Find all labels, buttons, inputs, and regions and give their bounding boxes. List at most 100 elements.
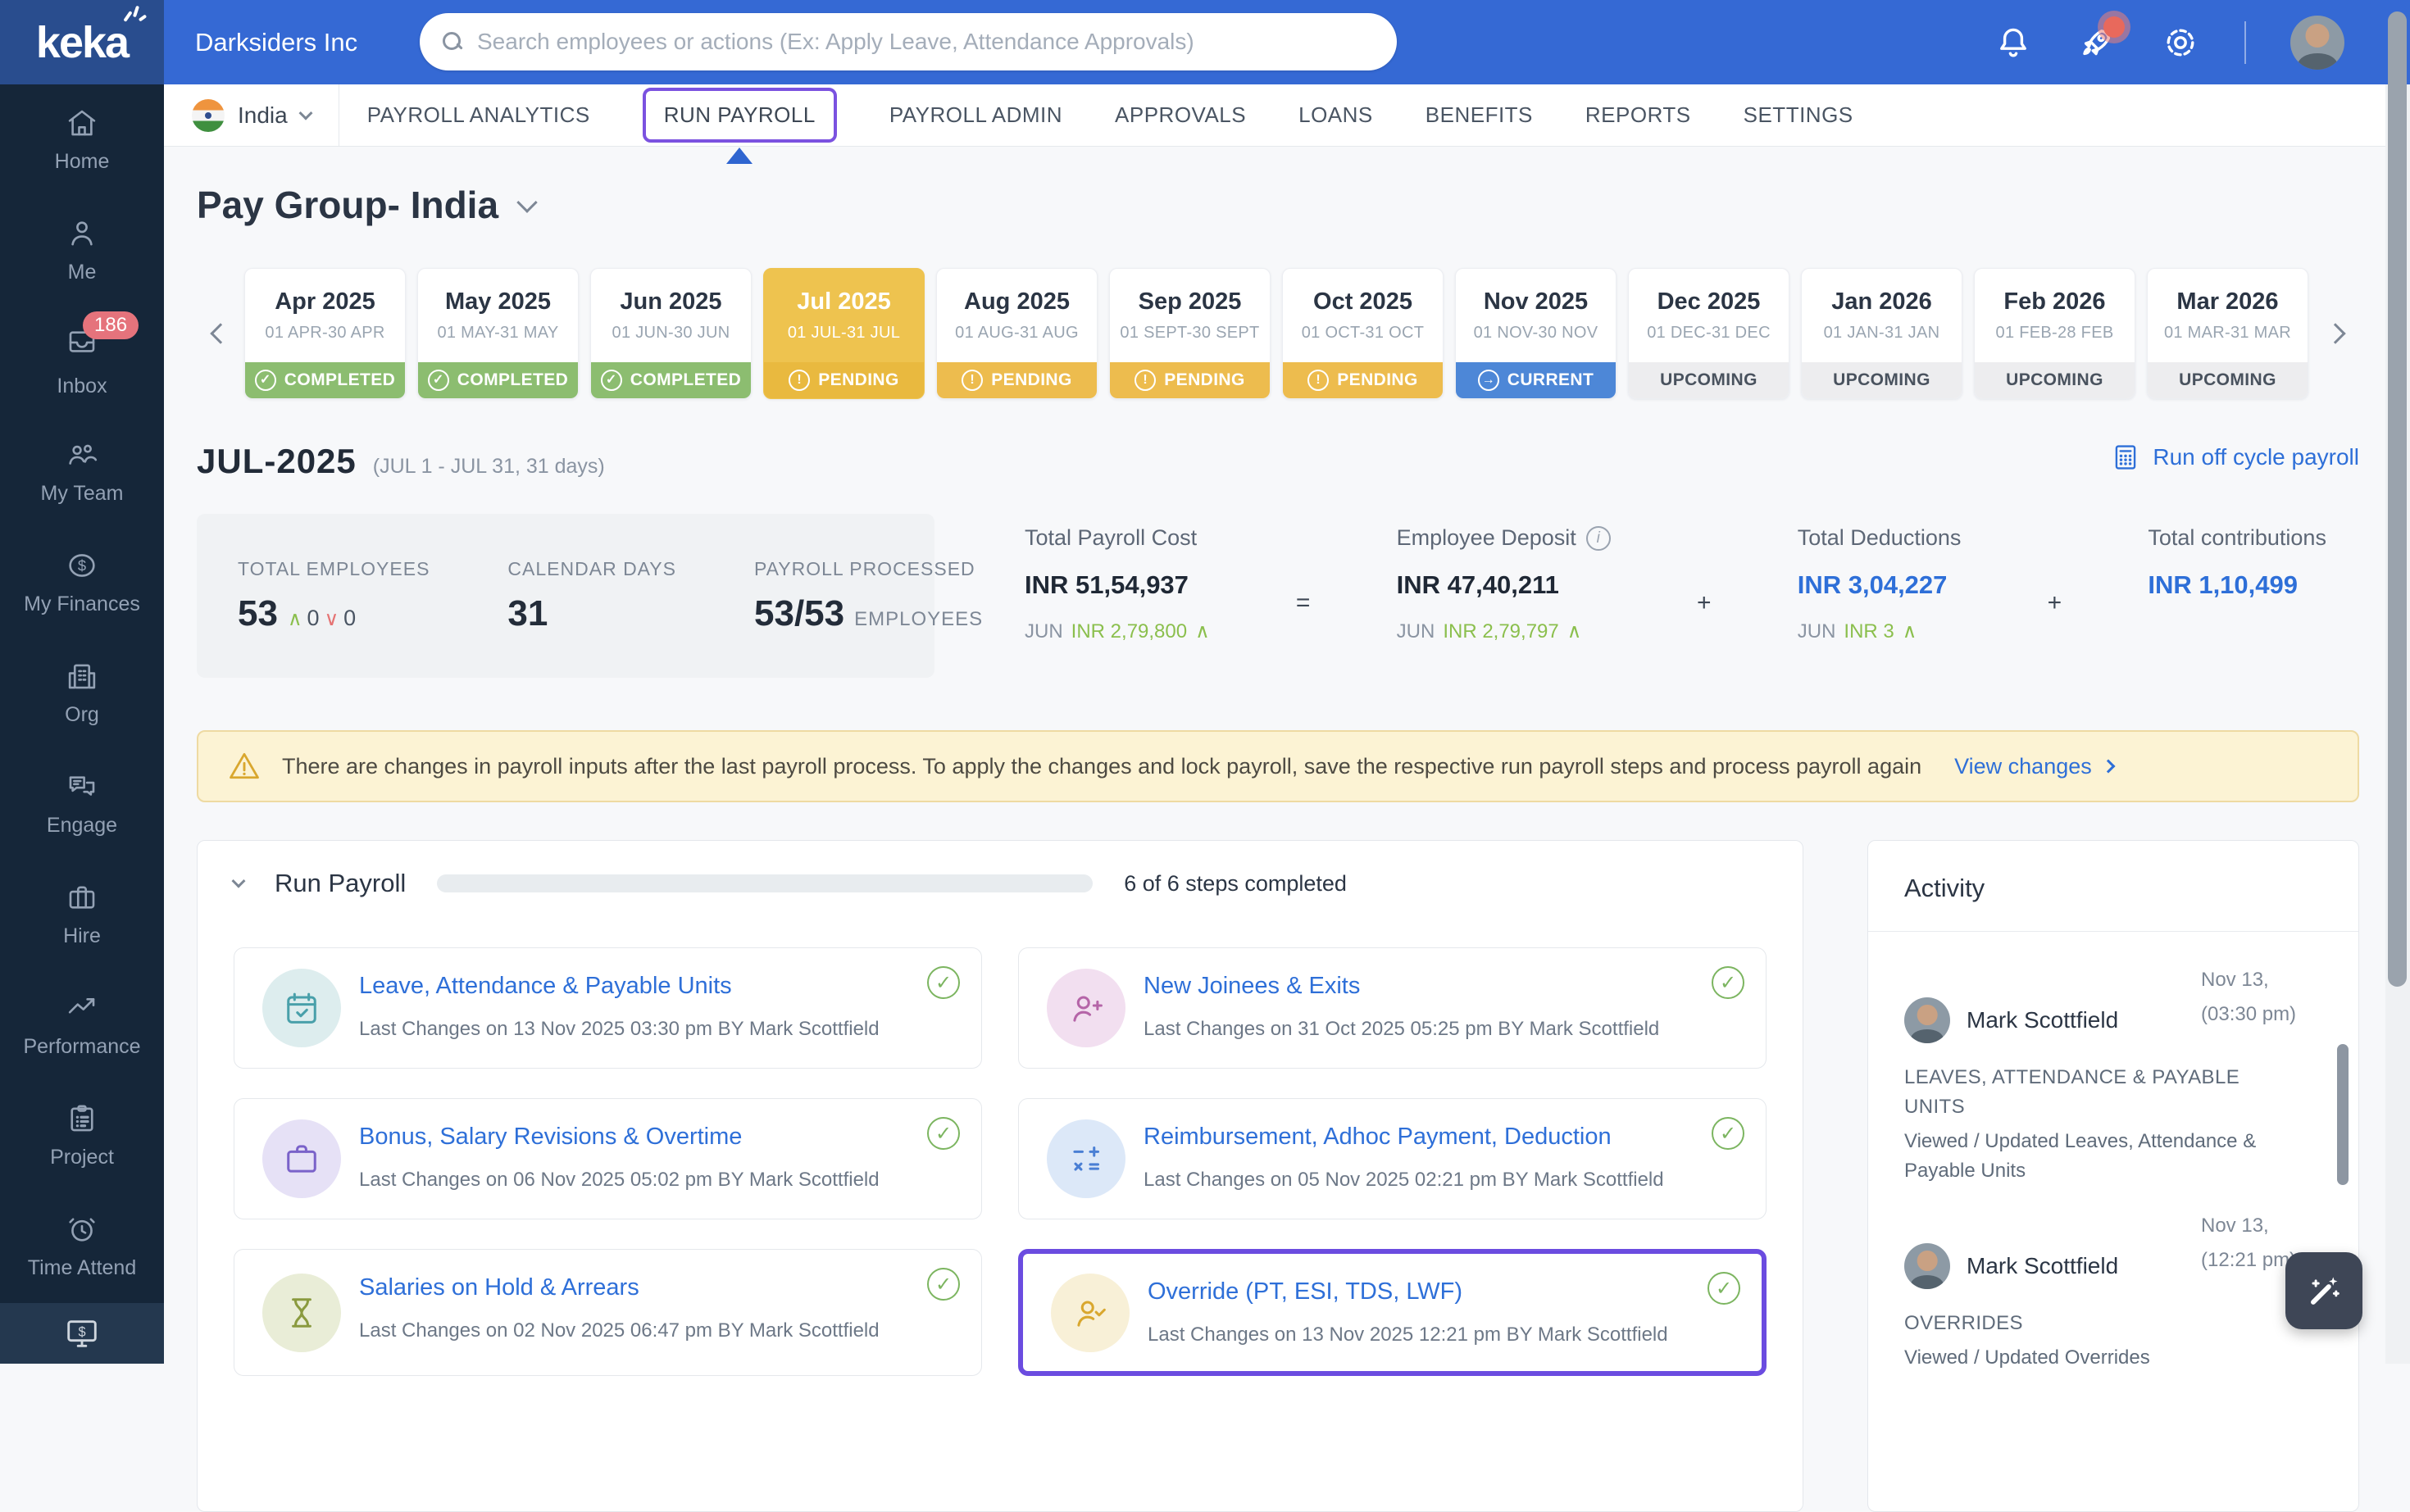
step-leave-attendance[interactable]: Leave, Attendance & Payable Units Last C…: [234, 947, 982, 1069]
month-range: 01 AUG-31 AUG: [955, 324, 1079, 343]
whats-new-rocket-icon[interactable]: [2077, 23, 2117, 62]
sidebar-item-home[interactable]: Home: [0, 84, 164, 195]
status-icon: ✓: [428, 370, 449, 391]
summary-row: TOTAL EMPLOYEES 53 ∧0∨0 CALENDAR DAYS 31…: [197, 514, 2359, 678]
collapse-chevron-icon[interactable]: [232, 874, 246, 888]
month-card[interactable]: Feb 202601 FEB-28 FEB UPCOMING: [1974, 268, 2135, 399]
country-selector[interactable]: India: [164, 84, 339, 146]
month-label: Jul 2025: [797, 288, 890, 316]
payroll-tabs: PAYROLL ANALYTICS RUN PAYROLL PAYROLL AD…: [367, 88, 1853, 143]
activity-timestamp: Nov 13, (03:30 pm): [2201, 963, 2306, 1032]
tab-reports[interactable]: REPORTS: [1585, 102, 1691, 128]
status-icon: !: [962, 370, 983, 391]
status-icon: ✓: [255, 370, 276, 391]
month-card[interactable]: Dec 202501 DEC-31 DEC UPCOMING: [1628, 268, 1789, 399]
tab-payroll-analytics[interactable]: PAYROLL ANALYTICS: [367, 102, 590, 128]
step-bonus-revisions-overtime[interactable]: Bonus, Salary Revisions & Overtime Last …: [234, 1098, 982, 1219]
sidebar-item-engage[interactable]: Engage: [0, 748, 164, 859]
run-payroll-header: Run Payroll 6 of 6 steps completed: [198, 841, 1803, 926]
month-range: 01 FEB-28 FEB: [1996, 324, 2114, 343]
total-deductions-value[interactable]: INR 3,04,227: [1798, 570, 1962, 600]
step-complete-check-icon: ✓: [927, 966, 960, 999]
month-range: 01 JUN-30 JUN: [612, 324, 730, 343]
home-icon: [65, 106, 99, 140]
month-range: 01 JAN-31 JAN: [1824, 324, 1940, 343]
month-status: UPCOMING: [1629, 362, 1789, 398]
month-card-selected[interactable]: Jul 202501 JUL-31 JUL !PENDING: [763, 268, 925, 399]
month-card[interactable]: Apr 202501 APR-30 APR ✓COMPLETED: [244, 268, 406, 399]
settings-gear-icon[interactable]: [2161, 23, 2200, 62]
month-range: 01 APR-30 APR: [265, 324, 384, 343]
total-payroll-cost: Total Payroll Cost INR 51,54,937 JUNINR …: [1025, 525, 1210, 678]
month-label: Jan 2026: [1831, 288, 1932, 316]
sidebar-item-time-attend[interactable]: Time Attend: [0, 1191, 164, 1301]
months-next-button[interactable]: [2312, 326, 2359, 341]
month-status: UPCOMING: [1975, 362, 2135, 398]
sidebar-item-org[interactable]: Org: [0, 638, 164, 748]
month-status: !PENDING: [764, 362, 924, 398]
equals-sign: =: [1296, 525, 1311, 678]
search-input[interactable]: [477, 29, 1374, 55]
info-icon[interactable]: i: [1586, 526, 1611, 551]
sidebar-item-my-team[interactable]: My Team: [0, 416, 164, 527]
step-new-joinees-exits[interactable]: New Joinees & Exits Last Changes on 31 O…: [1018, 947, 1767, 1069]
sidebar-item-my-finances[interactable]: $ My Finances: [0, 527, 164, 638]
cost-breakdown: Total Payroll Cost INR 51,54,937 JUNINR …: [934, 514, 2359, 678]
sidebar-item-performance[interactable]: Performance: [0, 969, 164, 1080]
chevron-down-icon: [516, 192, 537, 212]
sidebar-item-inbox[interactable]: 186 Inbox: [0, 306, 164, 416]
chevron-down-icon: [298, 106, 312, 120]
month-card[interactable]: Oct 202501 OCT-31 OCT !PENDING: [1282, 268, 1444, 399]
total-contributions-value[interactable]: INR 1,10,499: [2148, 570, 2326, 600]
activity-description: Viewed / Updated Overrides: [1904, 1343, 2306, 1373]
sidebar-item-payroll-active[interactable]: $: [0, 1303, 164, 1364]
activity-entry: Mark Scottfield Nov 13, (12:21 pm) OVERR…: [1904, 1186, 2306, 1373]
month-card[interactable]: Sep 202501 SEPT-30 SEPT !PENDING: [1109, 268, 1271, 399]
tab-settings[interactable]: SETTINGS: [1744, 102, 1853, 128]
step-salaries-hold-arrears[interactable]: Salaries on Hold & Arrears Last Changes …: [234, 1249, 982, 1376]
keka-logo[interactable]: keka: [0, 0, 164, 84]
page-title-row[interactable]: Pay Group- India: [197, 183, 2359, 227]
tab-run-payroll[interactable]: RUN PAYROLL: [664, 102, 816, 127]
tab-benefits[interactable]: BENEFITS: [1426, 102, 1533, 128]
tab-loans[interactable]: LOANS: [1298, 102, 1373, 128]
month-card[interactable]: May 202501 MAY-31 MAY ✓COMPLETED: [417, 268, 579, 399]
month-card[interactable]: Mar 202601 MAR-31 MAR UPCOMING: [2147, 268, 2308, 399]
math-operations-icon: [1065, 1137, 1107, 1180]
view-changes-link[interactable]: View changes: [1954, 754, 2113, 779]
active-tab-annotation: RUN PAYROLL: [643, 88, 837, 143]
step-reimbursement-adhoc[interactable]: Reimbursement, Adhoc Payment, Deduction …: [1018, 1098, 1767, 1219]
sidebar-item-hire[interactable]: Hire: [0, 859, 164, 969]
month-range: 01 SEPT-30 SEPT: [1120, 324, 1259, 343]
month-status: ✓COMPLETED: [245, 362, 405, 398]
building-icon: [65, 659, 99, 693]
user-avatar[interactable]: [2290, 16, 2344, 70]
assistant-wand-button[interactable]: [2285, 1252, 2362, 1329]
page-scrollbar-thumb[interactable]: [2388, 11, 2407, 987]
step-complete-check-icon: ✓: [1707, 1272, 1740, 1305]
tab-approvals[interactable]: APPROVALS: [1115, 102, 1246, 128]
total-deductions: Total Deductions INR 3,04,227 JUNINR 3∧: [1798, 525, 1962, 678]
global-search[interactable]: [420, 13, 1397, 70]
sidebar-item-label: Inbox: [57, 375, 107, 398]
month-card[interactable]: Aug 202501 AUG-31 AUG !PENDING: [936, 268, 1098, 399]
payroll-monitor-icon: $: [63, 1314, 101, 1352]
activity-description: Viewed / Updated Leaves, Attendance & Pa…: [1904, 1127, 2306, 1186]
status-icon: !: [1307, 370, 1329, 391]
step-complete-check-icon: ✓: [1712, 1117, 1744, 1150]
calendar-check-icon: [280, 987, 323, 1029]
run-off-cycle-link[interactable]: Run off cycle payroll: [2110, 442, 2359, 473]
step-override-highlighted[interactable]: Override (PT, ESI, TDS, LWF) Last Change…: [1018, 1249, 1767, 1376]
sidebar-item-me[interactable]: Me: [0, 195, 164, 306]
steps-grid: Leave, Attendance & Payable Units Last C…: [198, 926, 1803, 1409]
sidebar-item-label: My Finances: [24, 593, 140, 616]
month-card-current[interactable]: Nov 202501 NOV-30 NOV →CURRENT: [1455, 268, 1617, 399]
notifications-bell-icon[interactable]: [1994, 23, 2033, 62]
tab-payroll-admin[interactable]: PAYROLL ADMIN: [889, 102, 1062, 128]
sidebar-item-project[interactable]: Project: [0, 1080, 164, 1191]
months-prev-button[interactable]: [197, 326, 244, 341]
month-card[interactable]: Jun 202501 JUN-30 JUN ✓COMPLETED: [590, 268, 752, 399]
activity-scrollbar-thumb[interactable]: [2337, 1044, 2349, 1185]
logo-spark-icon: [125, 6, 149, 27]
month-card[interactable]: Jan 202601 JAN-31 JAN UPCOMING: [1801, 268, 1962, 399]
